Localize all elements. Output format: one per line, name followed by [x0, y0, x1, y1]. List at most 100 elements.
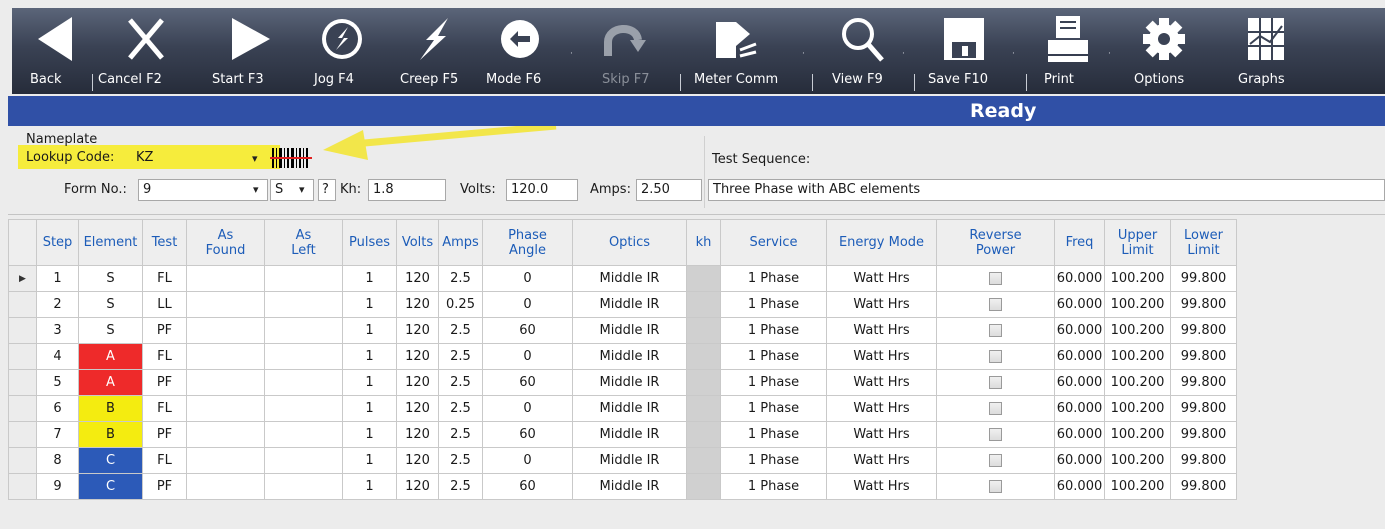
cell-optics[interactable]: Middle IR: [572, 317, 687, 344]
cell-test[interactable]: PF: [142, 473, 187, 500]
cell-pulses[interactable]: 1: [342, 473, 397, 500]
cell-upper-limit[interactable]: 100.200: [1104, 395, 1171, 422]
col-upper-limit-header[interactable]: Upper Limit: [1104, 219, 1171, 266]
cell-freq[interactable]: 60.000: [1054, 447, 1105, 474]
cell-volts[interactable]: 120: [396, 291, 439, 318]
table-row[interactable]: 9 C PF 1 120 2.5 60 Middle IR 1 Phase Watt Hrs 60.…: [8, 473, 1237, 500]
cancel-button[interactable]: Cancel F2: [94, 8, 194, 94]
cell-service[interactable]: 1 Phase: [720, 317, 827, 344]
reverse-power-checkbox[interactable]: [989, 298, 1002, 311]
help-button[interactable]: ?: [318, 179, 336, 201]
cell-as-found[interactable]: [186, 291, 265, 318]
cell-lower-limit[interactable]: 99.800: [1170, 421, 1237, 448]
cell-energy-mode[interactable]: Watt Hrs: [826, 473, 937, 500]
back-button[interactable]: Back: [12, 8, 90, 94]
cell-element[interactable]: B: [78, 421, 143, 448]
cell-reverse-power[interactable]: [936, 317, 1055, 344]
cell-lower-limit[interactable]: 99.800: [1170, 317, 1237, 344]
cell-as-found[interactable]: [186, 265, 265, 292]
cell-as-left[interactable]: [264, 291, 343, 318]
cell-volts[interactable]: 120: [396, 317, 439, 344]
reverse-power-checkbox[interactable]: [989, 428, 1002, 441]
cell-phase-angle[interactable]: 0: [482, 265, 573, 292]
cell-optics[interactable]: Middle IR: [572, 369, 687, 396]
col-as-found-header[interactable]: As Found: [186, 219, 265, 266]
cell-as-found[interactable]: [186, 421, 265, 448]
reverse-power-checkbox[interactable]: [989, 350, 1002, 363]
cell-step[interactable]: 9: [36, 473, 79, 500]
cell-freq[interactable]: 60.000: [1054, 265, 1105, 292]
test-sequence-select[interactable]: Three Phase with ABC elements: [708, 179, 1385, 201]
cell-pulses[interactable]: 1: [342, 421, 397, 448]
cell-pulses[interactable]: 1: [342, 395, 397, 422]
col-freq-header[interactable]: Freq: [1054, 219, 1105, 266]
cell-upper-limit[interactable]: 100.200: [1104, 369, 1171, 396]
graphs-button[interactable]: Graphs: [1232, 8, 1312, 94]
cell-pulses[interactable]: 1: [342, 317, 397, 344]
cell-as-left[interactable]: [264, 265, 343, 292]
cell-reverse-power[interactable]: [936, 343, 1055, 370]
cell-upper-limit[interactable]: 100.200: [1104, 447, 1171, 474]
kh-field[interactable]: 1.8: [368, 179, 446, 201]
cell-as-found[interactable]: [186, 343, 265, 370]
cell-step[interactable]: 2: [36, 291, 79, 318]
cell-optics[interactable]: Middle IR: [572, 395, 687, 422]
table-row[interactable]: 5 A PF 1 120 2.5 60 Middle IR 1 Phase Watt Hrs 60.…: [8, 369, 1237, 396]
cell-as-left[interactable]: [264, 317, 343, 344]
col-element-header[interactable]: Element: [78, 219, 143, 266]
meter-comm-dropdown-indicator[interactable]: ·: [802, 50, 808, 59]
cell-test[interactable]: FL: [142, 265, 187, 292]
cell-pulses[interactable]: 1: [342, 291, 397, 318]
cell-amps[interactable]: 2.5: [438, 317, 483, 344]
cell-as-left[interactable]: [264, 369, 343, 396]
cell-volts[interactable]: 120: [396, 421, 439, 448]
cell-phase-angle[interactable]: 60: [482, 369, 573, 396]
cell-amps[interactable]: 2.5: [438, 369, 483, 396]
col-test-header[interactable]: Test: [142, 219, 187, 266]
cell-lower-limit[interactable]: 99.800: [1170, 447, 1237, 474]
cell-upper-limit[interactable]: 100.200: [1104, 265, 1171, 292]
cell-amps[interactable]: 2.5: [438, 343, 483, 370]
start-button[interactable]: Start F3: [202, 8, 286, 94]
cell-phase-angle[interactable]: 0: [482, 291, 573, 318]
cell-optics[interactable]: Middle IR: [572, 447, 687, 474]
mode-button[interactable]: Mode F6: [482, 8, 566, 94]
cell-energy-mode[interactable]: Watt Hrs: [826, 395, 937, 422]
cell-as-found[interactable]: [186, 395, 265, 422]
row-selector-cell[interactable]: [8, 317, 37, 344]
cell-as-left[interactable]: [264, 395, 343, 422]
cell-amps[interactable]: 2.5: [438, 421, 483, 448]
cell-upper-limit[interactable]: 100.200: [1104, 343, 1171, 370]
cell-volts[interactable]: 120: [396, 473, 439, 500]
table-row[interactable]: 6 B FL 1 120 2.5 0 Middle IR 1 Phase Watt Hrs 60.0…: [8, 395, 1237, 422]
cell-optics[interactable]: Middle IR: [572, 473, 687, 500]
cell-phase-angle[interactable]: 0: [482, 343, 573, 370]
reverse-power-checkbox[interactable]: [989, 376, 1002, 389]
cell-phase-angle[interactable]: 60: [482, 421, 573, 448]
cell-as-found[interactable]: [186, 317, 265, 344]
cell-volts[interactable]: 120: [396, 265, 439, 292]
cell-service[interactable]: 1 Phase: [720, 447, 827, 474]
cell-volts[interactable]: 120: [396, 447, 439, 474]
col-lower-limit-header[interactable]: Lower Limit: [1170, 219, 1237, 266]
cell-phase-angle[interactable]: 60: [482, 317, 573, 344]
cell-lower-limit[interactable]: 99.800: [1170, 473, 1237, 500]
cell-test[interactable]: PF: [142, 369, 187, 396]
cell-freq[interactable]: 60.000: [1054, 473, 1105, 500]
col-kh-header[interactable]: kh: [686, 219, 721, 266]
cell-upper-limit[interactable]: 100.200: [1104, 291, 1171, 318]
skip-button[interactable]: Skip F7: [582, 8, 666, 94]
form-no-select[interactable]: 9 ▾: [138, 179, 268, 201]
cell-reverse-power[interactable]: [936, 447, 1055, 474]
cell-step[interactable]: 6: [36, 395, 79, 422]
cell-service[interactable]: 1 Phase: [720, 421, 827, 448]
cell-upper-limit[interactable]: 100.200: [1104, 421, 1171, 448]
jog-button[interactable]: Jog F4: [304, 8, 370, 94]
table-row[interactable]: 2 S LL 1 120 0.25 0 Middle IR 1 Phase Watt Hrs 60.…: [8, 291, 1237, 318]
table-row[interactable]: 4 A FL 1 120 2.5 0 Middle IR 1 Phase Watt Hrs 60.0…: [8, 343, 1237, 370]
col-pulses-header[interactable]: Pulses: [342, 219, 397, 266]
cell-lower-limit[interactable]: 99.800: [1170, 395, 1237, 422]
cell-service[interactable]: 1 Phase: [720, 291, 827, 318]
cell-pulses[interactable]: 1: [342, 447, 397, 474]
view-button[interactable]: View F9: [818, 8, 904, 94]
